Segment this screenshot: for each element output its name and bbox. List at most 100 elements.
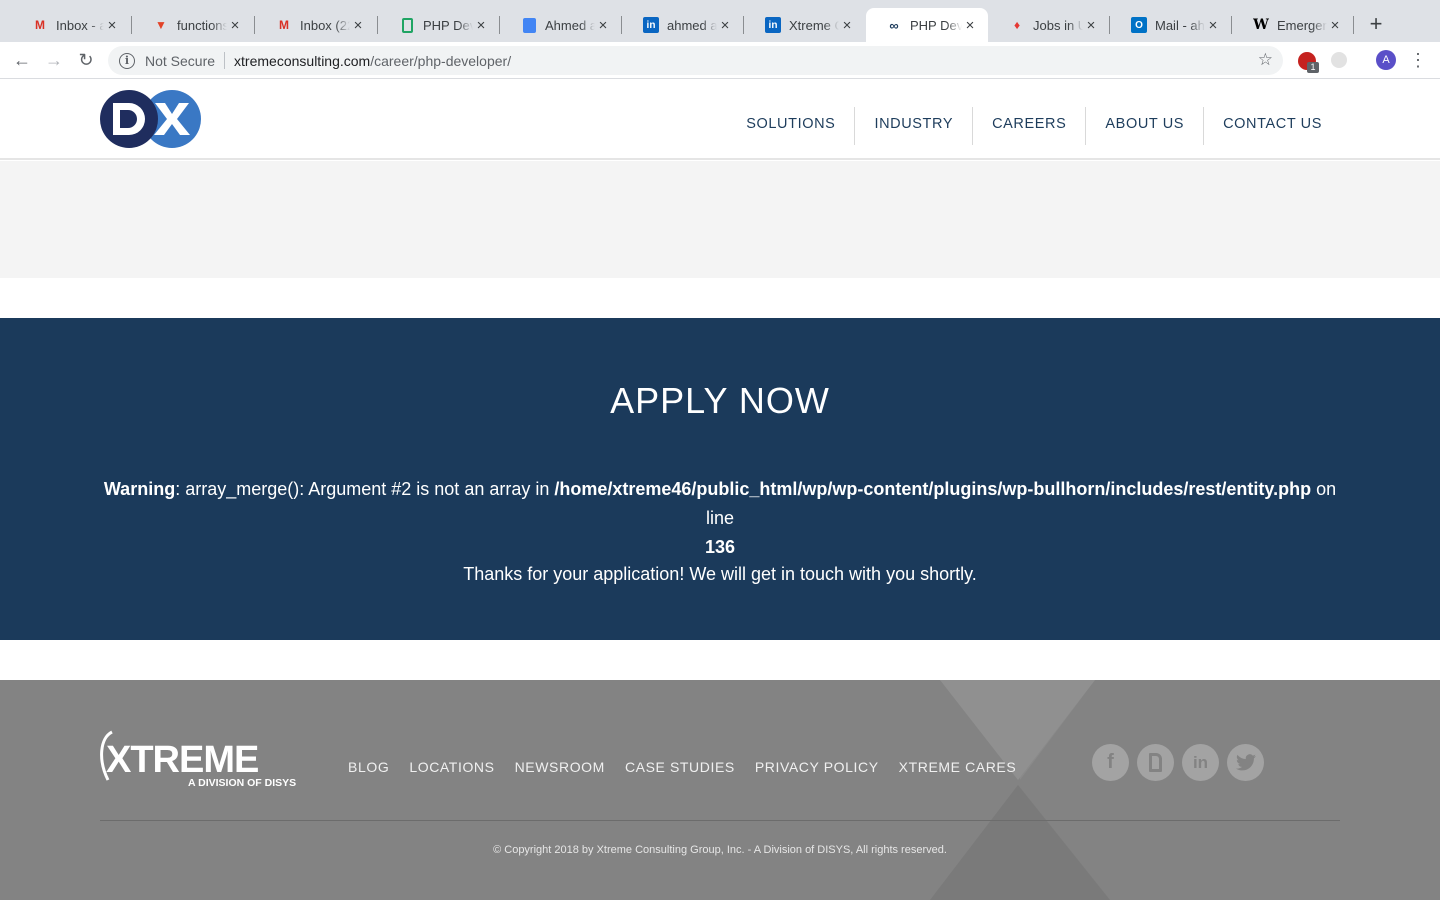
tab-title: PHP Developer: [910, 17, 962, 33]
extension-icon[interactable]: 1: [1298, 52, 1319, 73]
info-icon[interactable]: i: [119, 52, 135, 69]
reload-icon[interactable]: ↻: [74, 48, 98, 72]
tab-title: Jobs in UAE: [1033, 17, 1083, 33]
url-path[interactable]: /career/php-developer/: [370, 53, 511, 69]
close-icon[interactable]: ×: [839, 17, 855, 34]
browser-tab[interactable]: ▼ functions.php ×: [133, 8, 253, 42]
forward-arrow-icon[interactable]: →: [42, 48, 66, 72]
warning-text: : array_merge(): Argument #2 is not an a…: [175, 479, 555, 499]
menu-kebab-icon[interactable]: ⋮: [1409, 49, 1427, 71]
browser-tab[interactable]: W Emergency ×: [1233, 8, 1353, 42]
footer-link-blog[interactable]: BLOG: [348, 759, 389, 775]
extension-icon[interactable]: [1331, 52, 1347, 68]
warning-label: Warning: [103, 479, 176, 499]
tab-title: functions.php: [177, 17, 227, 33]
warning-line-number: 136: [704, 537, 736, 557]
tab-title: ahmed as: [667, 17, 717, 33]
nav-contact-us[interactable]: CONTACT US: [1203, 107, 1341, 145]
url-host[interactable]: xtremeconsulting.com: [234, 53, 370, 69]
footer-x-watermark: [930, 680, 1110, 900]
close-icon[interactable]: ×: [350, 17, 366, 34]
linkedin-icon: in: [643, 17, 659, 33]
linkedin-icon: in: [765, 17, 781, 33]
close-icon[interactable]: ×: [473, 17, 489, 34]
tab-separator: [254, 16, 255, 34]
close-icon[interactable]: ×: [595, 17, 611, 34]
twitter-icon[interactable]: [1227, 744, 1264, 781]
jobs-icon: ♦: [1013, 18, 1021, 32]
tab-title: Emergency: [1277, 17, 1327, 33]
footer-link-locations[interactable]: LOCATIONS: [409, 759, 494, 775]
footer-link-case-studies[interactable]: CASE STUDIES: [625, 759, 735, 775]
new-tab-button[interactable]: +: [1364, 11, 1388, 36]
footer-link-xtreme-cares[interactable]: XTREME CARES: [899, 759, 1017, 775]
warning-path: /home/xtreme46/public_html/wp/wp-content…: [554, 479, 1312, 499]
browser-tab[interactable]: PHP Developer ×: [379, 8, 499, 42]
security-label[interactable]: Not Secure: [145, 53, 215, 69]
gitlab-icon: ▼: [155, 18, 167, 32]
xtreme-icon: ∞: [889, 17, 899, 33]
close-icon[interactable]: ×: [717, 17, 733, 34]
browser-tab[interactable]: Ahmed as ×: [501, 8, 621, 42]
php-warning: Warning: array_merge(): Argument #2 is n…: [100, 475, 1340, 562]
linkedin-icon[interactable]: in: [1182, 744, 1219, 781]
profile-avatar[interactable]: A: [1376, 50, 1396, 70]
browser-tabstrip: M Inbox - ahmed × ▼ functions.php × M In…: [0, 0, 1440, 42]
extension-badge: 1: [1307, 62, 1319, 73]
tab-separator: [1353, 16, 1354, 34]
nav-industry[interactable]: INDUSTRY: [854, 107, 972, 145]
sheets-icon: [399, 17, 415, 33]
browser-tab-active[interactable]: ∞ PHP Developer ×: [866, 8, 988, 42]
address-bar[interactable]: i Not Secure xtremeconsulting.com/career…: [108, 46, 1283, 75]
browser-tab[interactable]: M Inbox (220) ×: [256, 8, 376, 42]
browser-tab[interactable]: M Inbox - ahmed ×: [12, 8, 130, 42]
close-icon[interactable]: ×: [1083, 17, 1099, 34]
tab-title: Mail - ahmed: [1155, 17, 1205, 33]
tab-separator: [621, 16, 622, 34]
site-footer: XTREME A DIVISION OF DISYS BLOG LOCATION…: [0, 680, 1440, 900]
page-banner: [0, 161, 1440, 278]
browser-tab[interactable]: in Xtreme Co ×: [745, 8, 865, 42]
dx-logo[interactable]: [99, 89, 205, 149]
close-icon[interactable]: ×: [962, 17, 978, 34]
tab-separator: [743, 16, 744, 34]
main-nav: SOLUTIONS INDUSTRY CAREERS ABOUT US CONT…: [727, 107, 1341, 145]
nav-careers[interactable]: CAREERS: [972, 107, 1085, 145]
footer-nav: BLOG LOCATIONS NEWSROOM CASE STUDIES PRI…: [348, 759, 1036, 775]
footer-link-newsroom[interactable]: NEWSROOM: [515, 759, 605, 775]
copyright: © Copyright 2018 by Xtreme Consulting Gr…: [493, 844, 947, 856]
browser-tab[interactable]: O Mail - ahmed ×: [1111, 8, 1231, 42]
gmail-icon: M: [35, 18, 45, 32]
footer-link-privacy-policy[interactable]: PRIVACY POLICY: [755, 759, 879, 775]
site-header: SOLUTIONS INDUSTRY CAREERS ABOUT US CONT…: [0, 79, 1440, 160]
close-icon[interactable]: ×: [1205, 17, 1221, 34]
apply-title: APPLY NOW: [610, 380, 830, 421]
apply-section: APPLY NOW Warning: array_merge(): Argume…: [0, 318, 1440, 640]
nav-solutions[interactable]: SOLUTIONS: [727, 107, 854, 145]
tab-title: Inbox (220): [300, 17, 350, 33]
tab-separator: [499, 16, 500, 34]
back-arrow-icon[interactable]: ←: [10, 48, 34, 72]
xtreme-logo-text: XTREME: [106, 739, 258, 781]
tab-title: PHP Developer: [423, 17, 473, 33]
tab-separator: [1231, 16, 1232, 34]
bookmark-star-icon[interactable]: ☆: [1258, 50, 1273, 70]
close-icon[interactable]: ×: [104, 17, 120, 34]
address-divider: [224, 52, 226, 69]
thanks-message: Thanks for your application! We will get…: [463, 564, 977, 584]
tab-separator: [377, 16, 378, 34]
wikipedia-icon: W: [1253, 17, 1269, 33]
browser-tab[interactable]: ♦ Jobs in UAE ×: [989, 8, 1109, 42]
tab-separator: [131, 16, 132, 34]
xtreme-logo-sub: A DIVISION OF DISYS: [188, 777, 296, 789]
close-icon[interactable]: ×: [227, 17, 243, 34]
docs-icon: [521, 17, 537, 33]
outlook-icon: O: [1131, 17, 1147, 33]
glassdoor-icon[interactable]: [1137, 744, 1174, 781]
facebook-icon[interactable]: f: [1092, 744, 1129, 781]
xtreme-logo[interactable]: XTREME A DIVISION OF DISYS: [98, 728, 318, 790]
nav-about-us[interactable]: ABOUT US: [1085, 107, 1203, 145]
browser-tab[interactable]: in ahmed as ×: [623, 8, 743, 42]
browser-toolbar: ← → ↻ i Not Secure xtremeconsulting.com /…: [0, 42, 1440, 79]
close-icon[interactable]: ×: [1327, 17, 1343, 34]
